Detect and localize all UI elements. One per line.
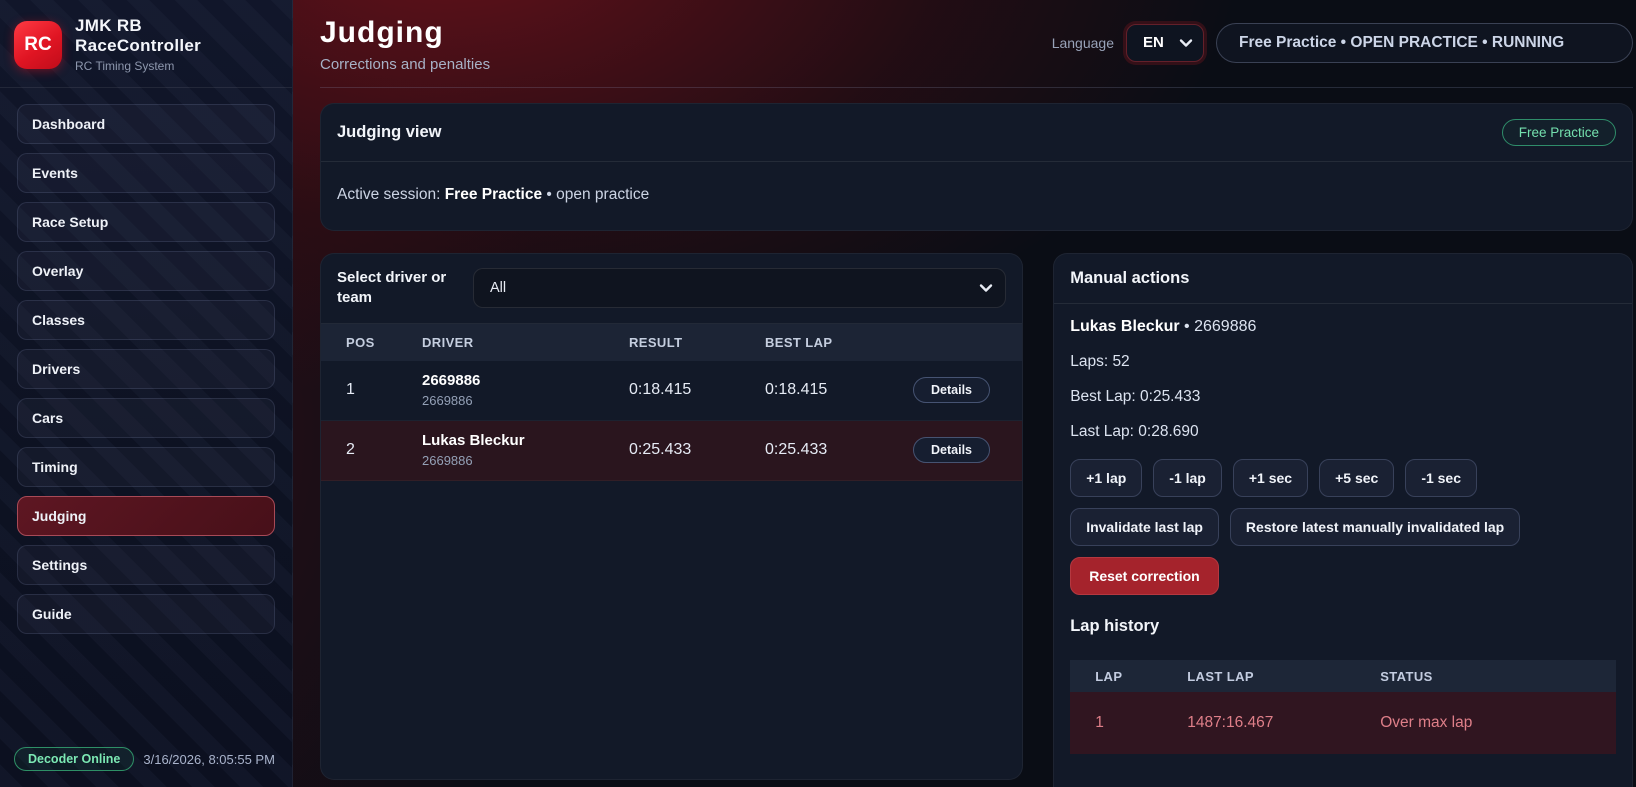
col-driver: DRIVER — [422, 335, 629, 350]
lap-time: 1487:16.467 — [1187, 714, 1380, 732]
bullet-separator: • — [1184, 318, 1190, 335]
app-subtitle: RC Timing System — [75, 59, 201, 73]
table-row-selected[interactable]: 2 Lukas Bleckur 2669886 0:25.433 0:25.43… — [321, 421, 1022, 481]
session-status-pill: Free Practice • OPEN PRACTICE • RUNNING — [1216, 23, 1633, 63]
laps-stat: Laps: 52 — [1070, 353, 1616, 371]
plus-five-sec-button[interactable]: +5 sec — [1319, 459, 1394, 497]
minus-one-sec-button[interactable]: -1 sec — [1405, 459, 1477, 497]
sidebar-item-drivers[interactable]: Drivers — [17, 349, 275, 389]
lap-number: 1 — [1070, 714, 1187, 732]
sidebar-item-overlay[interactable]: Overlay — [17, 251, 275, 291]
plus-one-sec-button[interactable]: +1 sec — [1233, 459, 1308, 497]
lap-status: Over max lap — [1380, 714, 1616, 732]
row-best-lap: 0:18.415 — [765, 381, 913, 399]
results-table: POS DRIVER RESULT BEST LAP 1 2669886 266… — [321, 324, 1022, 481]
page-subtitle: Corrections and penalties — [320, 56, 490, 73]
sidebar-item-settings[interactable]: Settings — [17, 545, 275, 585]
judging-view-card: Judging view Free Practice Active sessio… — [320, 103, 1633, 231]
language-label: Language — [1052, 35, 1114, 51]
page-title: Judging — [320, 16, 490, 50]
app-logo-icon: RC — [14, 21, 62, 69]
col-best-lap: BEST LAP — [765, 335, 913, 350]
row-result: 0:18.415 — [629, 381, 765, 399]
active-session-name: Free Practice — [445, 186, 542, 203]
col-last-lap: LAST LAP — [1187, 669, 1380, 684]
clock-timestamp: 3/16/2026, 8:05:55 PM — [143, 752, 275, 767]
lap-history-title: Lap history — [1070, 617, 1616, 636]
sidebar-item-judging[interactable]: Judging — [17, 496, 275, 536]
last-lap-stat: Last Lap: 0:28.690 — [1070, 423, 1616, 441]
page-header: Judging Corrections and penalties Langua… — [320, 12, 1633, 73]
decoder-status-badge: Decoder Online — [14, 747, 134, 771]
active-session-suffix: • open practice — [546, 186, 649, 203]
sidebar: RC JMK RB RaceController RC Timing Syste… — [0, 0, 293, 787]
col-pos: POS — [321, 335, 422, 350]
row-result: 0:25.433 — [629, 441, 765, 459]
lap-history-row[interactable]: 1 1487:16.467 Over max lap — [1070, 692, 1616, 754]
sidebar-item-race-setup[interactable]: Race Setup — [17, 202, 275, 242]
lap-history-table: LAP LAST LAP STATUS 1 1487:16.467 Over m… — [1070, 660, 1616, 754]
sidebar-item-guide[interactable]: Guide — [17, 594, 275, 634]
sidebar-item-timing[interactable]: Timing — [17, 447, 275, 487]
app-title-line1: JMK RB — [75, 16, 201, 36]
driver-name: Lukas Bleckur — [422, 432, 629, 451]
manual-actions-card: Manual actions Lukas Bleckur • 2669886 L… — [1053, 253, 1633, 787]
judging-view-title: Judging view — [337, 123, 442, 142]
app-title-line2: RaceController — [75, 36, 201, 56]
chevron-down-icon — [1179, 38, 1193, 48]
reset-correction-button[interactable]: Reset correction — [1070, 557, 1218, 595]
sidebar-nav: Dashboard Events Race Setup Overlay Clas… — [0, 88, 292, 643]
driver-id: 2669886 — [422, 453, 629, 468]
manual-actions-title: Manual actions — [1070, 269, 1189, 288]
driver-results-card: Select driver or team All POS DRIVER RES… — [320, 253, 1023, 780]
selected-driver-id: 2669886 — [1194, 318, 1256, 335]
language-select[interactable]: EN — [1126, 24, 1204, 62]
col-result: RESULT — [629, 335, 765, 350]
sidebar-item-events[interactable]: Events — [17, 153, 275, 193]
table-row[interactable]: 1 2669886 2669886 0:18.415 0:18.415 Deta… — [321, 361, 1022, 421]
sidebar-item-cars[interactable]: Cars — [17, 398, 275, 438]
details-button[interactable]: Details — [913, 437, 990, 463]
sidebar-item-dashboard[interactable]: Dashboard — [17, 104, 275, 144]
language-select-value: EN — [1143, 34, 1164, 51]
restore-invalidated-lap-button[interactable]: Restore latest manually invalidated lap — [1230, 508, 1520, 546]
app-brand: RC JMK RB RaceController RC Timing Syste… — [0, 0, 292, 88]
lap-history-header: LAP LAST LAP STATUS — [1070, 660, 1616, 692]
driver-filter-value: All — [490, 280, 506, 296]
row-pos: 1 — [321, 381, 422, 399]
invalidate-last-lap-button[interactable]: Invalidate last lap — [1070, 508, 1219, 546]
sidebar-footer: Decoder Online 3/16/2026, 8:05:55 PM — [0, 731, 292, 787]
row-pos: 2 — [321, 441, 422, 459]
best-lap-stat: Best Lap: 0:25.433 — [1070, 388, 1616, 406]
details-button[interactable]: Details — [913, 377, 990, 403]
active-session-prefix: Active session: — [337, 186, 440, 203]
header-divider — [320, 87, 1633, 88]
main-area: Judging Corrections and penalties Langua… — [293, 0, 1636, 787]
selected-driver-line: Lukas Bleckur • 2669886 — [1070, 318, 1616, 336]
results-table-header: POS DRIVER RESULT BEST LAP — [321, 324, 1022, 361]
col-lap: LAP — [1070, 669, 1187, 684]
selected-driver-name: Lukas Bleckur — [1070, 318, 1179, 335]
chevron-down-icon — [979, 283, 993, 293]
active-session-line: Active session: Free Practice • open pra… — [321, 162, 1632, 230]
col-status: STATUS — [1380, 669, 1616, 684]
sidebar-item-classes[interactable]: Classes — [17, 300, 275, 340]
driver-name: 2669886 — [422, 372, 629, 391]
row-best-lap: 0:25.433 — [765, 441, 913, 459]
driver-filter-select[interactable]: All — [473, 268, 1006, 308]
minus-one-lap-button[interactable]: -1 lap — [1153, 459, 1222, 497]
driver-filter-label: Select driver or team — [337, 268, 457, 309]
driver-id: 2669886 — [422, 393, 629, 408]
session-badge: Free Practice — [1502, 119, 1616, 146]
plus-one-lap-button[interactable]: +1 lap — [1070, 459, 1142, 497]
